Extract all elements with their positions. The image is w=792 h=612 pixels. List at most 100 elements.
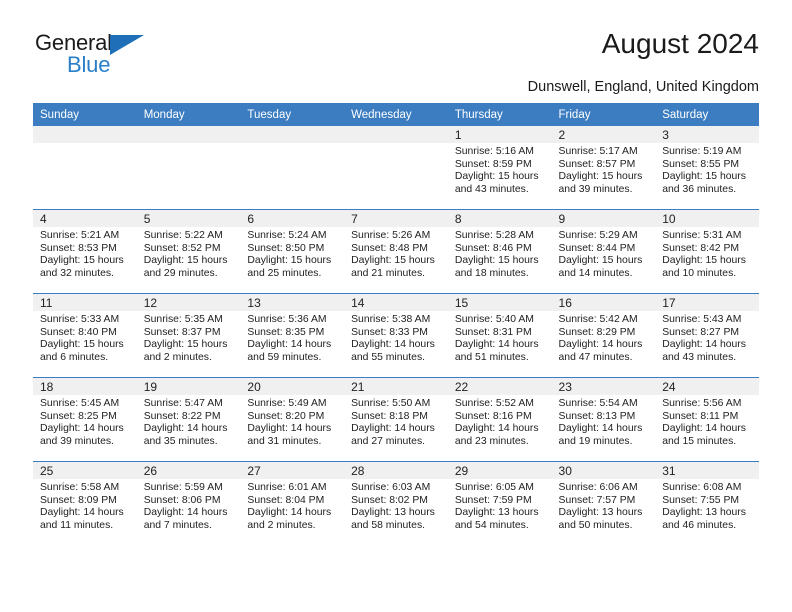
day-number	[344, 126, 448, 143]
daylight-text: Daylight: 14 hours and 23 minutes.	[454, 423, 539, 447]
day-number: 27	[240, 462, 345, 479]
sunrise-text: Sunrise: 5:47 AM	[143, 398, 223, 409]
sunrise-text: Sunrise: 5:16 AM	[454, 146, 534, 157]
sunrise-text: Sunrise: 5:26 AM	[351, 230, 431, 241]
calendar-day-cell[interactable]: 27 Sunrise: 6:01 AM Sunset: 8:04 PM Dayligh…	[240, 461, 345, 545]
sunrise-text: Sunrise: 5:21 AM	[40, 230, 120, 241]
sunrise-text: Sunrise: 5:49 AM	[247, 398, 327, 409]
day-number: 1	[447, 126, 552, 143]
day-details: Sunrise: 5:47 AM Sunset: 8:22 PM Daylight:…	[137, 395, 241, 448]
day-details: Sunrise: 5:31 AM Sunset: 8:42 PM Daylight:…	[655, 227, 759, 280]
sunset-text: Sunset: 8:09 PM	[40, 494, 117, 506]
calendar-day-cell[interactable]: 26 Sunrise: 5:59 AM Sunset: 8:06 PM Dayligh…	[136, 461, 241, 545]
sunrise-text: Sunrise: 6:06 AM	[558, 482, 638, 493]
daylight-text: Daylight: 13 hours and 58 minutes.	[351, 507, 435, 531]
calendar-day-cell[interactable]: 16 Sunrise: 5:42 AM Sunset: 8:29 PM Dayligh…	[551, 293, 656, 378]
daylight-text: Daylight: 15 hours and 29 minutes.	[143, 255, 228, 279]
sunset-text: Sunset: 8:33 PM	[351, 326, 428, 338]
sunrise-text: Sunrise: 5:24 AM	[247, 230, 327, 241]
daylight-text: Daylight: 15 hours and 10 minutes.	[662, 255, 746, 279]
brand-name-general-text: General	[35, 30, 112, 55]
sunset-text: Sunset: 8:31 PM	[454, 326, 532, 338]
daylight-text: Daylight: 15 hours and 2 minutes.	[143, 339, 228, 363]
day-number: 30	[551, 462, 656, 479]
daylight-text: Daylight: 13 hours and 46 minutes.	[662, 507, 746, 531]
calendar-day-cell[interactable]: 10 Sunrise: 5:31 AM Sunset: 8:42 PM Dayligh…	[655, 209, 759, 294]
sunset-text: Sunset: 8:16 PM	[454, 410, 532, 422]
sunrise-text: Sunrise: 5:43 AM	[662, 314, 742, 325]
sunset-text: Sunset: 7:59 PM	[454, 494, 532, 506]
sunrise-text: Sunrise: 5:36 AM	[247, 314, 327, 325]
daylight-text: Daylight: 14 hours and 27 minutes.	[351, 423, 435, 447]
calendar-day-cell[interactable]: 20 Sunrise: 5:49 AM Sunset: 8:20 PM Dayligh…	[240, 377, 345, 462]
calendar-day-cell[interactable]: 28 Sunrise: 6:03 AM Sunset: 8:02 PM Dayligh…	[344, 461, 448, 545]
weekday-header-saturday: Saturday	[655, 103, 759, 126]
calendar-day-cell[interactable]: 19 Sunrise: 5:47 AM Sunset: 8:22 PM Dayligh…	[136, 377, 241, 462]
day-number: 11	[33, 294, 137, 311]
calendar-day-cell[interactable]: 15 Sunrise: 5:40 AM Sunset: 8:31 PM Dayligh…	[447, 293, 552, 378]
sunrise-text: Sunrise: 5:54 AM	[558, 398, 638, 409]
sunset-text: Sunset: 8:48 PM	[351, 242, 428, 254]
calendar-day-cell[interactable]: 8 Sunrise: 5:28 AM Sunset: 8:46 PM Daylight…	[447, 209, 552, 294]
sunset-text: Sunset: 8:37 PM	[143, 326, 221, 338]
calendar-day-cell[interactable]: 24 Sunrise: 5:56 AM Sunset: 8:11 PM Dayligh…	[655, 377, 759, 462]
sunrise-text: Sunrise: 6:03 AM	[351, 482, 431, 493]
calendar-day-cell[interactable]: 12 Sunrise: 5:35 AM Sunset: 8:37 PM Dayligh…	[136, 293, 241, 378]
sunset-text: Sunset: 8:35 PM	[247, 326, 325, 338]
sunset-text: Sunset: 8:20 PM	[247, 410, 325, 422]
sunrise-text: Sunrise: 6:05 AM	[454, 482, 534, 493]
calendar-day-cell[interactable]: 9 Sunrise: 5:29 AM Sunset: 8:44 PM Daylight…	[551, 209, 656, 294]
calendar-day-cell[interactable]: 30 Sunrise: 6:06 AM Sunset: 7:57 PM Dayligh…	[551, 461, 656, 545]
sunrise-text: Sunrise: 5:29 AM	[558, 230, 638, 241]
calendar-day-cell[interactable]: 31 Sunrise: 6:08 AM Sunset: 7:55 PM Dayligh…	[655, 461, 759, 545]
calendar-day-cell[interactable]: 1 Sunrise: 5:16 AM Sunset: 8:59 PM Daylight…	[447, 126, 552, 210]
sunset-text: Sunset: 8:22 PM	[143, 410, 221, 422]
sunset-text: Sunset: 7:57 PM	[558, 494, 636, 506]
sunset-text: Sunset: 8:40 PM	[40, 326, 117, 338]
day-details: Sunrise: 5:33 AM Sunset: 8:40 PM Daylight:…	[33, 311, 137, 364]
calendar-day-cell[interactable]: 25 Sunrise: 5:58 AM Sunset: 8:09 PM Dayligh…	[33, 461, 137, 545]
calendar-week-row: 1 Sunrise: 5:16 AM Sunset: 8:59 PM Daylight…	[33, 126, 759, 210]
daylight-text: Daylight: 14 hours and 47 minutes.	[558, 339, 643, 363]
calendar-header-row: Sunday Monday Tuesday Wednesday Thursday…	[33, 103, 759, 126]
calendar-day-cell[interactable]: 17 Sunrise: 5:43 AM Sunset: 8:27 PM Dayligh…	[655, 293, 759, 378]
sunrise-text: Sunrise: 5:19 AM	[662, 146, 742, 157]
sunrise-text: Sunrise: 5:31 AM	[662, 230, 742, 241]
sunset-text: Sunset: 8:50 PM	[247, 242, 325, 254]
day-details: Sunrise: 5:52 AM Sunset: 8:16 PM Daylight:…	[448, 395, 552, 448]
day-number: 4	[33, 210, 137, 227]
calendar-day-cell[interactable]: 3 Sunrise: 5:19 AM Sunset: 8:55 PM Daylight…	[655, 126, 759, 210]
day-number: 19	[136, 378, 241, 395]
day-number: 7	[344, 210, 448, 227]
brand-logo[interactable]: General Blue	[35, 30, 144, 76]
calendar-week-row: 4 Sunrise: 5:21 AM Sunset: 8:53 PM Daylight…	[33, 209, 759, 294]
calendar-day-cell[interactable]: 14 Sunrise: 5:38 AM Sunset: 8:33 PM Dayligh…	[344, 293, 448, 378]
day-number: 26	[136, 462, 241, 479]
sunrise-text: Sunrise: 5:58 AM	[40, 482, 120, 493]
calendar-day-cell[interactable]: 23 Sunrise: 5:54 AM Sunset: 8:13 PM Dayligh…	[551, 377, 656, 462]
calendar-day-cell[interactable]: 22 Sunrise: 5:52 AM Sunset: 8:16 PM Dayligh…	[447, 377, 552, 462]
calendar-day-cell[interactable]: 2 Sunrise: 5:17 AM Sunset: 8:57 PM Daylight…	[551, 126, 656, 210]
daylight-text: Daylight: 15 hours and 21 minutes.	[351, 255, 435, 279]
sunrise-text: Sunrise: 5:50 AM	[351, 398, 431, 409]
calendar-day-cell[interactable]: 18 Sunrise: 5:45 AM Sunset: 8:25 PM Dayligh…	[33, 377, 137, 462]
sunset-text: Sunset: 8:04 PM	[247, 494, 325, 506]
day-details: Sunrise: 5:17 AM Sunset: 8:57 PM Daylight:…	[552, 143, 656, 196]
calendar-week-row: 11 Sunrise: 5:33 AM Sunset: 8:40 PM Dayligh…	[33, 293, 759, 378]
sunrise-text: Sunrise: 5:35 AM	[143, 314, 223, 325]
calendar-day-cell[interactable]: 21 Sunrise: 5:50 AM Sunset: 8:18 PM Dayligh…	[344, 377, 448, 462]
day-number: 10	[655, 210, 759, 227]
daylight-text: Daylight: 13 hours and 50 minutes.	[558, 507, 643, 531]
calendar-day-cell[interactable]: 11 Sunrise: 5:33 AM Sunset: 8:40 PM Dayligh…	[33, 293, 137, 378]
daylight-text: Daylight: 15 hours and 39 minutes.	[558, 171, 643, 195]
calendar-day-cell[interactable]: 29 Sunrise: 6:05 AM Sunset: 7:59 PM Dayligh…	[447, 461, 552, 545]
day-number: 14	[344, 294, 448, 311]
calendar-day-cell[interactable]: 13 Sunrise: 5:36 AM Sunset: 8:35 PM Dayligh…	[240, 293, 345, 378]
calendar-day-cell[interactable]: 6 Sunrise: 5:24 AM Sunset: 8:50 PM Daylight…	[240, 209, 345, 294]
calendar-day-cell[interactable]: 4 Sunrise: 5:21 AM Sunset: 8:53 PM Daylight…	[33, 209, 137, 294]
calendar-day-cell[interactable]: 5 Sunrise: 5:22 AM Sunset: 8:52 PM Daylight…	[136, 209, 241, 294]
sunset-text: Sunset: 8:59 PM	[454, 158, 532, 170]
day-details: Sunrise: 5:29 AM Sunset: 8:44 PM Daylight:…	[552, 227, 656, 280]
calendar-day-cell[interactable]: 7 Sunrise: 5:26 AM Sunset: 8:48 PM Daylight…	[344, 209, 448, 294]
sunrise-text: Sunrise: 5:59 AM	[143, 482, 223, 493]
